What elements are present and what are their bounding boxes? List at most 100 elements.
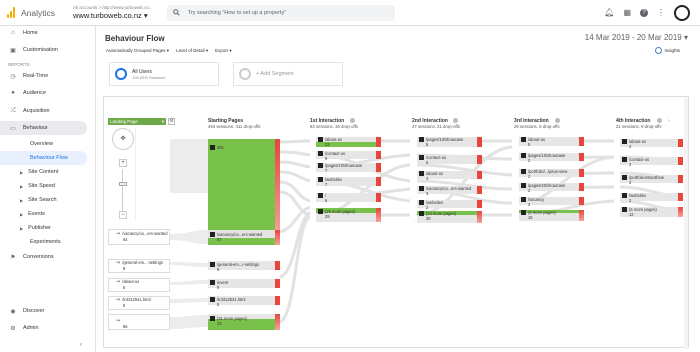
grouping-dropdown[interactable]: Automatically Grouped Pages ▾	[106, 48, 169, 54]
drop-off-bar[interactable]	[678, 207, 683, 217]
drop-off-bar[interactable]	[579, 137, 584, 146]
sidebar-item-audience[interactable]: ● Audience	[0, 86, 87, 100]
sidebar-item-site-search[interactable]: ▶ Site Search	[0, 193, 87, 207]
source-label[interactable]: ⇒ 66	[116, 318, 128, 329]
analytics-logo-icon[interactable]	[7, 7, 15, 18]
drop-off-bar[interactable]	[275, 296, 280, 305]
segment-all-users[interactable]: All Users 100.00% Sessions	[109, 62, 219, 86]
more-icon[interactable]: ⋮	[657, 8, 665, 17]
search-input[interactable]: Try searching "How to set up a property"	[188, 10, 286, 16]
drop-off-bar[interactable]	[477, 171, 482, 179]
node-label: /pages/10/showcase 5	[419, 137, 463, 147]
drop-off-bar[interactable]	[579, 197, 584, 205]
sidebar-item-conversions[interactable]: ⚑ Conversions	[0, 250, 87, 264]
sidebar-item-site-speed[interactable]: ▶ Site Speed	[0, 179, 87, 193]
source-arrow-icon: ⇒	[116, 260, 121, 266]
page-icon	[318, 209, 323, 214]
drop-off-bar[interactable]	[678, 157, 683, 165]
sidebar-item-realtime[interactable]: ◷ Real-Time	[0, 69, 87, 83]
arrow-right-icon[interactable]: ›	[668, 118, 670, 124]
help-icon[interactable]	[657, 118, 662, 123]
drop-off-bar[interactable]	[579, 169, 584, 177]
drop-off-bar[interactable]	[579, 153, 584, 161]
drop-off-bar[interactable]	[376, 208, 381, 222]
drop-off-bar[interactable]	[275, 261, 280, 270]
node-label: /tr4312541.html 5	[210, 297, 245, 307]
sidebar-item-customisation[interactable]: ▣ Customisation	[0, 43, 87, 57]
customisation-icon: ▣	[10, 47, 16, 54]
drop-off-bar[interactable]	[376, 163, 381, 172]
sidebar-item-acquisition[interactable]: ⤮ Acquisition	[0, 104, 87, 118]
node-label: 381	[210, 145, 224, 151]
sidebar-item-admin[interactable]: ⚙ Admin	[0, 321, 87, 335]
help-icon[interactable]	[453, 118, 458, 123]
drop-off-bar[interactable]	[376, 177, 381, 186]
drop-off-bar[interactable]	[579, 183, 584, 191]
add-segment-button[interactable]: + Add Segment	[233, 62, 343, 86]
drop-off-bar[interactable]	[477, 200, 482, 208]
sidebar-item-discover[interactable]: ◉ Discover	[0, 304, 87, 318]
date-range-picker[interactable]: 14 Mar 2019 - 20 Mar 2019 ▾	[585, 33, 688, 42]
behaviour-flow-chart[interactable]: Starting Pages 494 sessions, 411 drop-off…	[103, 96, 689, 349]
page-icon	[210, 145, 215, 150]
node-label: /general-em...r-settings 9	[210, 262, 259, 272]
sidebar-item-site-content[interactable]: ▶ Site Content	[0, 165, 87, 179]
drop-off-bar[interactable]	[376, 193, 381, 202]
vertical-scrollbar[interactable]	[684, 97, 688, 349]
sidebar-item-overview[interactable]: Overview	[0, 137, 87, 151]
zoom-in-button[interactable]: +	[119, 159, 127, 167]
drop-off-bar[interactable]	[477, 155, 482, 164]
insights-button[interactable]: Insights	[655, 47, 680, 54]
column-header-2nd-interaction: 2nd Interaction 47 sessions, 21 drop-offs	[412, 118, 460, 129]
chevron-left-icon[interactable]: ‹	[80, 342, 82, 348]
sidebar-item-experiments[interactable]: Experiments	[0, 235, 87, 249]
acquisition-icon: ⤮	[10, 107, 16, 114]
drop-off-bar[interactable]	[275, 139, 280, 238]
node-label: (23 more pages) 28	[419, 211, 456, 221]
drop-off-bar[interactable]	[275, 230, 280, 245]
level-of-detail-dropdown[interactable]: Level of Detail ▾	[176, 48, 208, 54]
source-label[interactable]: ⇒/vacancy/ca...ers-wanted 54	[116, 231, 167, 242]
apps-icon[interactable]: ▦	[623, 8, 631, 17]
gear-icon[interactable]: ⚙	[168, 118, 175, 125]
drop-off-bar[interactable]	[678, 175, 683, 183]
drop-off-bar[interactable]	[579, 210, 584, 221]
page-icon	[622, 207, 627, 212]
sidebar-item-events[interactable]: ▶ Events	[0, 207, 87, 221]
zoom-out-button[interactable]: −	[119, 211, 127, 219]
source-label[interactable]: ⇒/about-us 6	[116, 279, 139, 290]
sidebar-item-behaviour-flow[interactable]: Behaviour Flow	[0, 151, 87, 165]
segment-ring-icon	[239, 68, 251, 80]
drop-off-bar[interactable]	[477, 137, 482, 147]
source-label[interactable]: ⇒/general-em...-settings 9	[116, 260, 163, 271]
sidebar-item-publisher[interactable]: ▶ Publisher	[0, 221, 87, 235]
drop-off-bar[interactable]	[376, 137, 381, 147]
help-icon[interactable]: ?	[640, 8, 648, 17]
drop-off-bar[interactable]	[275, 279, 280, 288]
pan-control-icon[interactable]: ✥	[112, 128, 134, 150]
help-icon[interactable]	[555, 118, 560, 123]
sidebar-item-behaviour[interactable]: ▭ Behaviour	[0, 121, 87, 135]
source-label[interactable]: ⇒/tr4312541.html 5	[116, 297, 151, 308]
page-icon	[210, 232, 215, 237]
drop-off-bar[interactable]	[678, 139, 683, 147]
flow-node[interactable]	[208, 139, 275, 238]
page-icon	[210, 280, 215, 285]
zoom-slider-handle[interactable]	[119, 182, 127, 186]
avatar[interactable]	[674, 4, 690, 21]
drop-off-bar[interactable]	[678, 193, 683, 201]
drop-off-bar[interactable]	[376, 151, 381, 159]
drop-off-bar[interactable]	[477, 186, 482, 194]
account-selector[interactable]: All accounts > http://www.turboweb.co...…	[73, 5, 153, 20]
column-header-starting-pages: Starting Pages 494 sessions, 411 drop-off…	[208, 118, 261, 129]
sidebar-item-home[interactable]: ⌂ Home	[0, 26, 87, 40]
landing-page-dropdown[interactable]: Landing Page ▾	[108, 118, 166, 125]
help-icon[interactable]	[350, 118, 355, 123]
zoom-controls: ✥ + −	[108, 127, 136, 221]
export-dropdown[interactable]: Export ▾	[215, 48, 232, 54]
search-bar[interactable]: Try searching "How to set up a property"	[166, 4, 395, 21]
property-name[interactable]: www.turboweb.co.nz ▾	[73, 12, 153, 20]
drop-off-bar[interactable]	[275, 314, 280, 330]
drop-off-bar[interactable]	[477, 211, 482, 223]
bell-icon[interactable]: 🔔︎	[604, 8, 614, 17]
